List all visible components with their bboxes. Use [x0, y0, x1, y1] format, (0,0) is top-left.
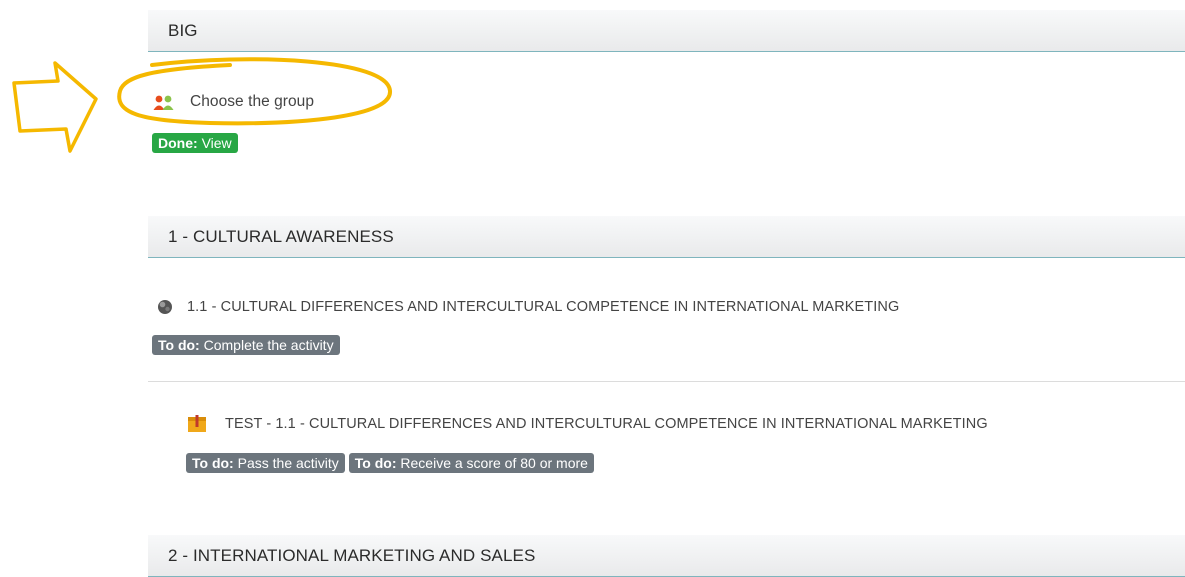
section-title: 1 - CULTURAL AWARENESS [168, 227, 394, 246]
section-title: 2 - INTERNATIONAL MARKETING AND SALES [168, 546, 536, 565]
section-title: BIG [168, 21, 198, 40]
section-header-cultural-awareness: 1 - CULTURAL AWARENESS [148, 216, 1185, 258]
activity-name[interactable]: 1.1 - CULTURAL DIFFERENCES AND INTERCULT… [187, 299, 899, 315]
completion-status-badge: To do: Pass the activity [186, 453, 345, 473]
section-header-international-marketing: 2 - INTERNATIONAL MARKETING AND SALES [148, 535, 1185, 577]
completion-status-badge: To do: Complete the activity [152, 335, 340, 355]
activity-name[interactable]: TEST - 1.1 - CULTURAL DIFFERENCES AND IN… [225, 416, 988, 432]
hand-drawn-ellipse [117, 57, 393, 126]
hand-drawn-arrow [12, 61, 98, 153]
activity-divider [148, 381, 1185, 382]
quiz-icon [187, 415, 207, 433]
section-header-big: BIG [148, 10, 1185, 52]
completion-status-badge: To do: Receive a score of 80 or more [348, 453, 594, 473]
activity-cultural-differences[interactable]: 1.1 - CULTURAL DIFFERENCES AND INTERCULT… [155, 298, 899, 316]
activity-test-cultural-differences[interactable]: TEST - 1.1 - CULTURAL DIFFERENCES AND IN… [187, 415, 988, 433]
scorm-package-icon [155, 298, 175, 316]
annotation-overlay [12, 57, 393, 153]
